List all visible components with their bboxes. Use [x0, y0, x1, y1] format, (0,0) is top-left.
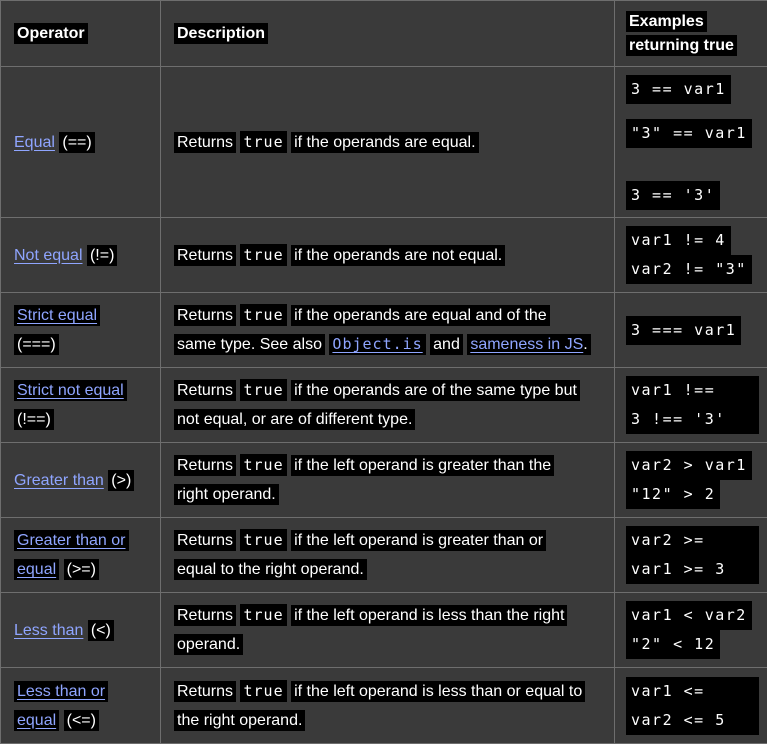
operator-symbol: >= [71, 561, 91, 578]
example-code: var1 != 4 [626, 226, 731, 255]
example-code: var1 < var2 [626, 601, 752, 630]
example-code: "2" < 12 [626, 630, 721, 659]
table-row: Less than (<) Returns true if the left o… [0, 592, 767, 668]
table-row: Equal (==) Returns true if the operands … [0, 66, 767, 218]
operator-link[interactable]: Equal [14, 134, 55, 151]
object-is-link[interactable]: Object.is [332, 335, 422, 353]
examples-cell: 3 == var1 "3" == var1 3 == '3' [614, 66, 767, 218]
examples-cell: var1 <= var2 var2 <= 5 [614, 667, 767, 744]
example-code: var2 > var1 [626, 451, 752, 480]
operator-link-continued[interactable]: equal [17, 561, 56, 578]
description-cell: Returns true if the left operand is grea… [160, 442, 615, 518]
inline-code: true [240, 243, 287, 266]
table-row: Not equal (!=) Returns true if the opera… [0, 217, 767, 293]
inline-code: true [240, 130, 287, 153]
operator-cell: Less than or equal (<=) [0, 667, 161, 744]
examples-cell: var1 < var2 "2" < 12 [614, 592, 767, 668]
description-cell: Returns true if the operands are equal a… [160, 292, 615, 368]
header-row: Operator Description Examples returning t… [0, 0, 767, 67]
operator-cell: Strict equal (===) [0, 292, 161, 368]
header-description: Description [160, 0, 615, 67]
comparison-operators-table: Operator Description Examples returning t… [0, 0, 767, 744]
description-cell: Returns true if the left operand is less… [160, 667, 615, 744]
operator-symbol: !== [22, 411, 46, 428]
operator-cell: Less than (<) [0, 592, 161, 668]
table-row: Strict equal (===) Returns true if the op… [0, 292, 767, 368]
table-row: Greater than or equal (>=) Returns true i… [0, 517, 767, 593]
operator-symbol: > [116, 471, 126, 489]
inline-code: true [240, 679, 287, 702]
example-code: "3" == var1 [626, 118, 752, 148]
table-row: Strict not equal (!==) Returns true if th… [0, 367, 767, 443]
header-examples: Examples returning true [614, 0, 767, 67]
operator-symbol: < [96, 621, 106, 639]
examples-cell: var2 >= var1 var1 >= 3 [614, 517, 767, 593]
operator-symbol: == [67, 133, 87, 151]
description-cell: Returns true if the operands are not equ… [160, 217, 615, 293]
example-code: 3 !== '3' [626, 405, 731, 434]
inline-code: true [240, 304, 287, 326]
sameness-link[interactable]: sameness in JS [470, 336, 583, 353]
inline-code: true [240, 604, 287, 626]
description-cell: Returns true if the left operand is grea… [160, 517, 615, 593]
operator-link[interactable]: Strict not equal [17, 382, 124, 399]
examples-cell: 3 === var1 [614, 292, 767, 368]
inline-code: true [240, 379, 287, 401]
table-row: Greater than (>) Returns true if the lef… [0, 442, 767, 518]
example-code: 3 === var1 [626, 315, 742, 345]
operator-cell: Greater than (>) [0, 442, 161, 518]
header-operator: Operator [0, 0, 161, 67]
examples-cell: var2 > var1 "12" > 2 [614, 442, 767, 518]
example-code: var2 <= 5 [626, 705, 731, 735]
description-cell: Returns true if the left operand is less… [160, 592, 615, 668]
examples-cell: var1 != 4 var2 != "3" [614, 217, 767, 293]
description-cell: Returns true if the operands are equal. [160, 66, 615, 218]
inline-code: true [240, 454, 287, 476]
operator-symbol: != [95, 246, 110, 264]
operator-symbol: === [22, 336, 51, 353]
operator-cell: Equal (==) [0, 66, 161, 218]
operator-cell: Greater than or equal (>=) [0, 517, 161, 593]
operator-link[interactable]: Greater than [14, 472, 104, 489]
example-code: 3 == var1 [626, 74, 731, 104]
operator-link[interactable]: Strict equal [17, 307, 97, 324]
table-row: Less than or equal (<=) Returns true if t… [0, 667, 767, 744]
example-code: "12" > 2 [626, 480, 721, 509]
example-code: 3 == '3' [626, 180, 721, 210]
operator-link[interactable]: Not equal [14, 247, 83, 264]
operator-link-continued[interactable]: equal [17, 712, 56, 729]
operator-cell: Not equal (!=) [0, 217, 161, 293]
operator-symbol: <= [71, 711, 91, 729]
example-code: var2 != "3" [626, 255, 752, 284]
operator-link[interactable]: Less than [14, 622, 83, 639]
description-cell: Returns true if the operands are of the … [160, 367, 615, 443]
operator-link[interactable]: Less than or [17, 683, 105, 700]
inline-code: true [240, 529, 287, 551]
example-code: var1 >= 3 [626, 555, 731, 584]
operator-link[interactable]: Greater than or [17, 532, 126, 549]
examples-cell: var1 !== "3" 3 !== '3' [614, 367, 767, 443]
operator-cell: Strict not equal (!==) [0, 367, 161, 443]
